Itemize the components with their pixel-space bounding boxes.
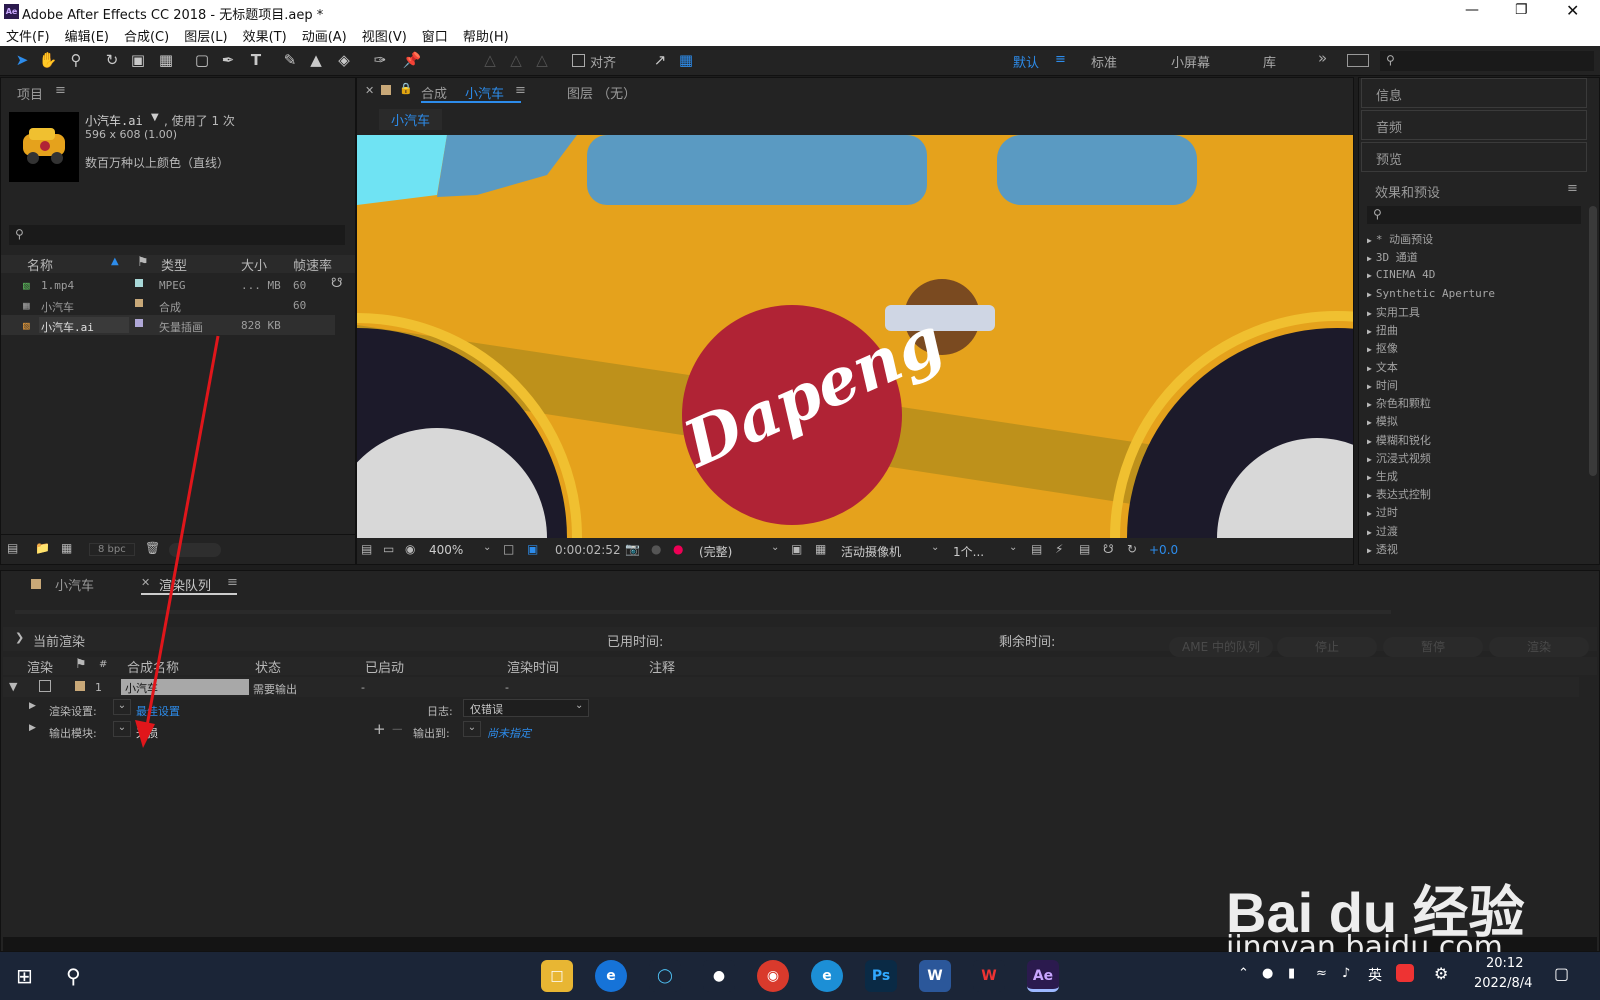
settings-gear-icon[interactable]: ⚙ bbox=[1434, 964, 1448, 983]
ime-indicator[interactable]: 英 bbox=[1368, 965, 1382, 985]
notification-icon[interactable]: ▢ bbox=[1554, 964, 1569, 983]
wifi-icon[interactable]: ≈ bbox=[1316, 966, 1327, 981]
chrome-icon[interactable]: ◉ bbox=[757, 960, 789, 992]
battery-icon[interactable]: ▮ bbox=[1288, 966, 1295, 981]
qq-browser-icon[interactable]: ◯ bbox=[649, 960, 681, 992]
wps-icon[interactable]: W bbox=[973, 960, 1005, 992]
file-explorer-icon[interactable]: □ bbox=[541, 960, 573, 992]
word-icon[interactable]: W bbox=[919, 960, 951, 992]
sogou-icon[interactable] bbox=[1396, 964, 1414, 982]
clock-time[interactable]: 20:12 bbox=[1486, 956, 1523, 971]
edge-icon[interactable]: e bbox=[811, 960, 843, 992]
tray-qq-icon[interactable]: ● bbox=[1262, 966, 1273, 981]
windows-start-icon[interactable]: ⊞ bbox=[16, 964, 33, 988]
volume-icon[interactable]: ♪ bbox=[1342, 966, 1350, 981]
baidu-watermark: Bai du 经验 jingyan.baidu.com bbox=[1226, 828, 1526, 968]
ie-browser-icon[interactable]: e bbox=[595, 960, 627, 992]
after-effects-icon[interactable]: Ae bbox=[1027, 960, 1059, 992]
photoshop-icon[interactable]: Ps bbox=[865, 960, 897, 992]
qq-icon[interactable]: ● bbox=[703, 960, 735, 992]
clock-date[interactable]: 2022/8/4 bbox=[1474, 976, 1532, 991]
taskbar: ⊞ ⚲ □ e ◯ ● ◉ e Ps W W Ae ⌃ ● ▮ ≈ ♪ 英 ⚙ … bbox=[0, 952, 1600, 1000]
tray-expand-icon[interactable]: ⌃ bbox=[1238, 966, 1249, 981]
search-icon[interactable]: ⚲ bbox=[66, 964, 81, 988]
